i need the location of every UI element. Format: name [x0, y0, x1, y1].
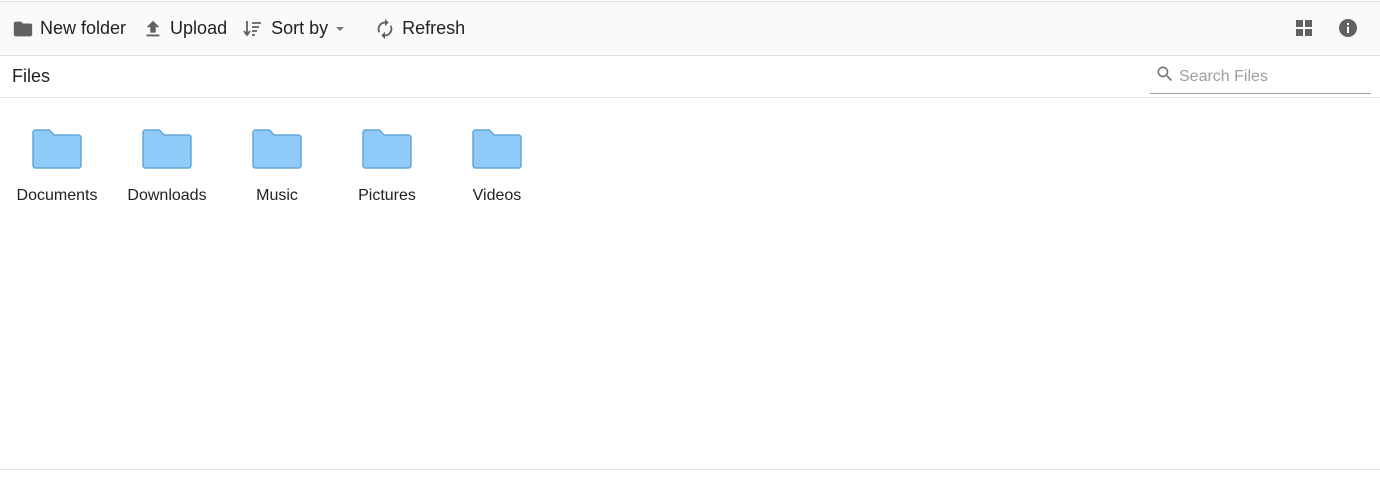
sort-icon	[243, 19, 263, 39]
folder-downloads[interactable]: Downloads	[112, 124, 222, 224]
sort-by-label: Sort by	[271, 18, 329, 38]
info-icon	[1338, 18, 1358, 43]
folder-name: Downloads	[127, 187, 207, 204]
folder-music[interactable]: Music	[222, 124, 332, 224]
folder-icon	[471, 124, 523, 175]
folder-grid: Documents Downloads Music Pictures Video…	[2, 124, 552, 224]
folder-name: Videos	[472, 187, 522, 204]
folder-name: Pictures	[358, 187, 416, 204]
folder-icon	[12, 18, 34, 40]
refresh-icon	[374, 18, 396, 40]
view-toggle-button[interactable]	[1284, 10, 1324, 50]
upload-button[interactable]: Upload	[134, 9, 235, 49]
upload-label: Upload	[170, 18, 228, 38]
new-folder-label: New folder	[40, 18, 127, 38]
folder-icon	[251, 124, 303, 175]
search-box	[1150, 60, 1371, 94]
toolbar-right	[1284, 10, 1368, 50]
upload-icon	[142, 18, 164, 40]
sort-by-button[interactable]: Sort by	[235, 9, 354, 49]
toolbar: New folder Upload Sort by Refresh	[0, 1, 1380, 56]
caret-down-icon	[334, 23, 346, 35]
breadcrumb-bar: Files	[0, 56, 1380, 98]
folder-icon	[361, 124, 413, 175]
grid-view-icon	[1295, 19, 1313, 42]
details-button[interactable]	[1328, 10, 1368, 50]
breadcrumb-files[interactable]: Files	[12, 66, 50, 87]
folder-pictures[interactable]: Pictures	[332, 124, 442, 224]
refresh-label: Refresh	[402, 18, 466, 38]
folder-name: Music	[256, 187, 298, 204]
folder-videos[interactable]: Videos	[442, 124, 552, 224]
folder-documents[interactable]: Documents	[2, 124, 112, 224]
folder-name: Documents	[16, 187, 98, 204]
new-folder-button[interactable]: New folder	[4, 9, 134, 49]
search-input[interactable]	[1179, 61, 1359, 92]
folder-icon	[141, 124, 193, 175]
folder-icon	[31, 124, 83, 175]
file-manager: New folder Upload Sort by Refresh Files …	[0, 0, 1380, 470]
search-icon	[1150, 64, 1175, 89]
refresh-button[interactable]: Refresh	[366, 9, 473, 49]
